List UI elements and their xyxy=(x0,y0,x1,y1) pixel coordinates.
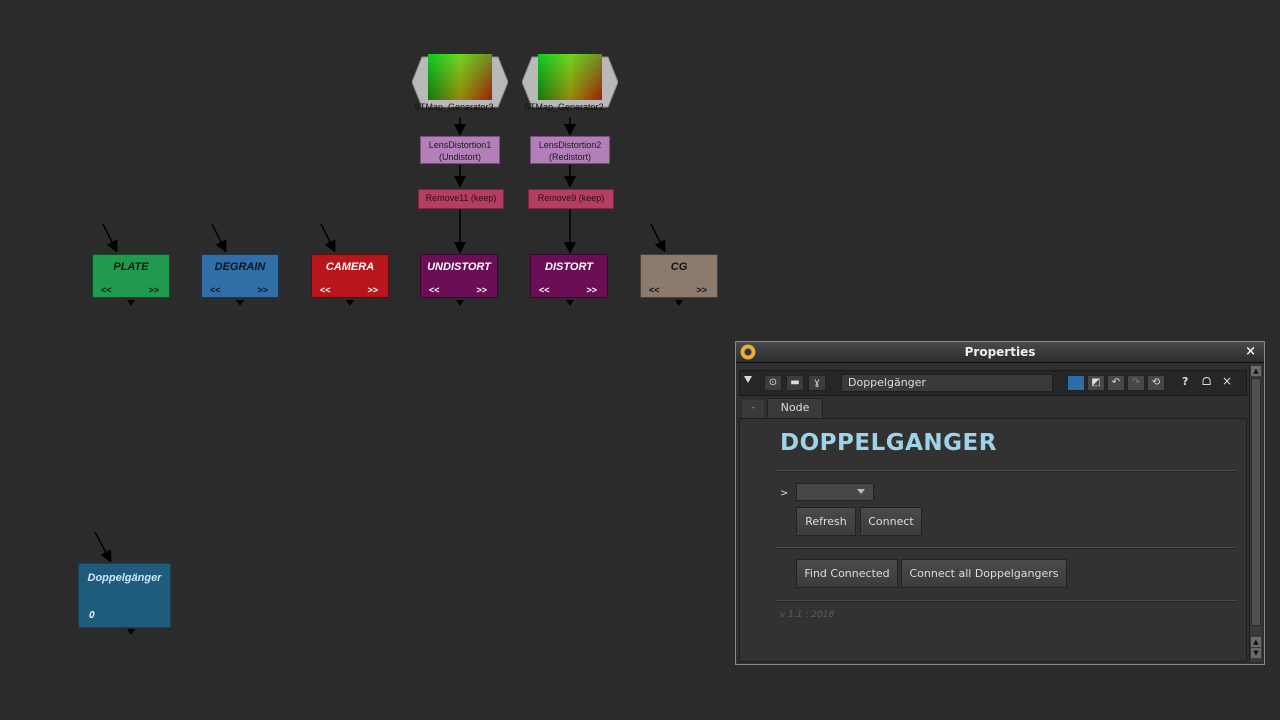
version-label: v 1.1 : 2018 xyxy=(780,610,835,620)
chevron-down-icon xyxy=(857,489,865,494)
dot-node-cg[interactable]: CG << >> xyxy=(640,254,718,298)
scrollbar[interactable]: ▲ ▲ ▼ xyxy=(1249,364,1262,662)
input-arrow xyxy=(94,531,112,563)
output-carets xyxy=(127,300,683,635)
input-arrow xyxy=(211,223,227,253)
node-toolbar: ⊙ ▬ ɣ Doppelgänger ◩ ↶ ↷ ⟲ ? ᗝ × xyxy=(739,370,1247,396)
connect-button[interactable]: Connect xyxy=(860,507,922,536)
node-color-icon[interactable] xyxy=(1067,375,1085,391)
divider xyxy=(776,547,1236,549)
dot-node-distort[interactable]: DISTORT << >> xyxy=(530,254,608,298)
revert-icon[interactable]: ⟲ xyxy=(1147,375,1165,391)
node-label: LensDistortion1 xyxy=(428,140,492,150)
collapse-triangle-icon[interactable] xyxy=(744,376,752,383)
dot-node-degrain[interactable]: DEGRAIN << >> xyxy=(201,254,279,298)
node-title: DISTORT xyxy=(545,261,593,273)
refresh-button[interactable]: Refresh xyxy=(796,507,856,536)
prev-link: << xyxy=(429,285,440,295)
node-heading: DOPPELGANGER xyxy=(780,430,997,456)
properties-titlebar[interactable]: Properties × xyxy=(736,342,1264,363)
dot-node-camera[interactable]: CAMERA << >> xyxy=(311,254,389,298)
prev-link: << xyxy=(210,285,221,295)
settings-wrench-icon[interactable]: ɣ xyxy=(808,375,826,391)
input-arrow xyxy=(102,223,118,253)
remove-node[interactable]: Remove9 (keep) xyxy=(528,189,614,209)
close-node-icon[interactable]: × xyxy=(1222,374,1232,388)
next-link: >> xyxy=(148,285,159,295)
divider xyxy=(776,470,1236,472)
viewer-icon[interactable]: ⊙ xyxy=(764,375,782,391)
node-title: Doppelgänger xyxy=(87,572,162,584)
next-link: >> xyxy=(367,285,378,295)
scroll-up-icon[interactable]: ▲ xyxy=(1251,637,1261,647)
center-node-icon[interactable]: ▬ xyxy=(786,375,804,391)
undo-icon[interactable]: ↶ xyxy=(1107,375,1125,391)
stmap-generator-node[interactable]: STMap_Generator3 xyxy=(412,52,508,112)
remove-node[interactable]: Remove11 (keep) xyxy=(418,189,504,209)
prev-link: << xyxy=(320,285,331,295)
float-icon[interactable]: ᗝ xyxy=(1202,375,1211,389)
dot-node-undistort[interactable]: UNDISTORT << >> xyxy=(420,254,498,298)
node-title: PLATE xyxy=(113,261,149,273)
node-label: STMap_Generator3 xyxy=(414,102,494,112)
lensdistortion-node[interactable]: LensDistortion2 (Redistort) xyxy=(530,136,610,164)
prev-link: << xyxy=(649,285,660,295)
node-title: UNDISTORT xyxy=(427,261,491,273)
tab-collapse-button[interactable]: - xyxy=(742,400,764,418)
prev-link: << xyxy=(539,285,550,295)
node-sublabel: (Redistort) xyxy=(548,152,591,162)
node-title: DEGRAIN xyxy=(214,261,266,273)
node-count: 0 xyxy=(89,610,95,621)
divider xyxy=(776,600,1236,602)
help-icon[interactable]: ? xyxy=(1182,375,1188,388)
input-arrow xyxy=(650,223,666,253)
next-link: >> xyxy=(257,285,268,295)
node-name-field[interactable]: Doppelgänger xyxy=(841,374,1053,392)
scroll-down-icon[interactable]: ▼ xyxy=(1251,648,1261,658)
next-link: >> xyxy=(696,285,707,295)
scrollbar-thumb[interactable] xyxy=(1251,378,1261,626)
node-title: CAMERA xyxy=(325,261,375,273)
node-title: CG xyxy=(670,261,688,273)
doppelganger-node[interactable]: Doppelgänger 0 xyxy=(78,563,171,628)
next-link: >> xyxy=(586,285,597,295)
lensdistortion-node[interactable]: LensDistortion1 (Undistort) xyxy=(420,136,500,164)
next-link: >> xyxy=(476,285,487,295)
node-label: STMap_Generator2 xyxy=(524,102,604,112)
dot-node-plate[interactable]: PLATE << >> xyxy=(92,254,170,298)
redo-icon[interactable]: ↷ xyxy=(1127,375,1145,391)
tab-node[interactable]: Node xyxy=(767,398,823,418)
find-connected-button[interactable]: Find Connected xyxy=(796,559,898,588)
font-color-icon[interactable]: ◩ xyxy=(1087,375,1105,391)
prev-link: << xyxy=(101,285,112,295)
node-sublabel: (Undistort) xyxy=(438,152,481,162)
connect-all-button[interactable]: Connect all Doppelgangers xyxy=(901,559,1067,588)
close-icon[interactable]: × xyxy=(1245,344,1256,359)
node-label: LensDistortion2 xyxy=(538,140,602,150)
node-tab-content: DOPPELGANGER > Refresh Connect Find Conn… xyxy=(739,418,1247,662)
prompt-label: > xyxy=(780,488,789,499)
panel-title: Properties xyxy=(964,345,1036,359)
scroll-up-icon[interactable]: ▲ xyxy=(1251,366,1261,376)
tab-bar: - Node xyxy=(739,398,1247,418)
stmap-generator-node[interactable]: STMap_Generator2 xyxy=(522,52,618,112)
doppelganger-select[interactable] xyxy=(796,483,874,501)
properties-panel: Properties × ⊙ ▬ ɣ Doppelgänger ◩ ↶ ↷ ⟲ … xyxy=(735,341,1265,665)
input-arrow xyxy=(320,223,336,253)
